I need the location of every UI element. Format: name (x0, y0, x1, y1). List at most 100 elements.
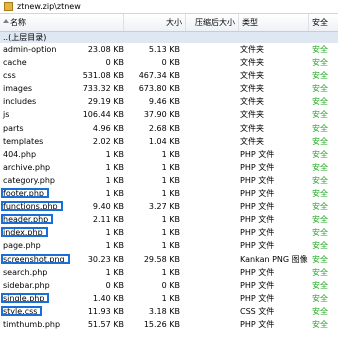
file-compressed-size: 1 KB (161, 215, 180, 225)
file-row[interactable]: templates 2.02 KB 1.04 KB 文件夹 安全 (0, 135, 338, 148)
file-row[interactable]: css 531.08 KB 467.34 KB 文件夹 安全 (0, 69, 338, 82)
file-safety-status: 安全 (312, 202, 328, 212)
file-size: 531.08 KB (82, 71, 124, 81)
file-type: PHP 文件 (240, 267, 275, 277)
file-size: 1 KB (105, 175, 124, 185)
file-safety-status: 安全 (312, 136, 328, 146)
file-type: PHP 文件 (240, 215, 275, 225)
column-header-name[interactable]: 名称 (0, 14, 124, 31)
file-row[interactable]: footer.php 1 KB 1 KB PHP 文件 安全 (0, 187, 338, 200)
file-safety-status: 安全 (312, 123, 328, 133)
file-safety-status: 安全 (312, 149, 328, 159)
path-bar[interactable]: ztnew.zip\ztnew (0, 0, 338, 14)
file-type: 文件夹 (240, 97, 264, 107)
file-row[interactable]: functions.php 9.40 KB 3.27 KB PHP 文件 安全 (0, 200, 338, 213)
file-safety-status: 安全 (312, 175, 328, 185)
file-name: includes (3, 97, 37, 107)
file-type: PHP 文件 (240, 189, 275, 199)
file-safety-status: 安全 (312, 254, 328, 264)
column-header-compressed[interactable]: 压缩后大小 (186, 14, 239, 31)
file-size: 29.19 KB (87, 97, 124, 107)
column-header-type[interactable]: 类型 (239, 14, 309, 31)
file-type: PHP 文件 (240, 293, 275, 303)
file-size: 1 KB (105, 162, 124, 172)
sort-ascending-icon (3, 19, 9, 23)
file-name: js (3, 110, 10, 120)
file-type: CSS 文件 (240, 306, 275, 316)
file-type: Kankan PNG 图像 (240, 254, 308, 264)
file-size: 733.32 KB (82, 84, 124, 94)
highlight-box (1, 214, 54, 225)
file-name: sidebar.php (3, 280, 50, 290)
file-row[interactable]: admin-option 23.08 KB 5.13 KB 文件夹 安全 (0, 43, 338, 56)
file-size: 11.93 KB (87, 306, 124, 316)
file-row[interactable]: single.php 1.40 KB 1 KB PHP 文件 安全 (0, 292, 338, 305)
file-name: cache (3, 58, 27, 68)
file-safety-status: 安全 (312, 267, 328, 277)
file-row[interactable]: screenshot.png 30.23 KB 29.58 KB Kankan PNG… (0, 253, 338, 266)
file-type: 文件夹 (240, 123, 264, 133)
file-row[interactable]: search.php 1 KB 1 KB PHP 文件 安全 (0, 266, 338, 279)
file-name: page.php (3, 241, 41, 251)
file-compressed-size: 1 KB (161, 162, 180, 172)
file-row[interactable]: images 733.32 KB 673.80 KB 文件夹 安全 (0, 82, 338, 95)
file-size: 0 KB (105, 58, 124, 68)
file-size: 51.57 KB (87, 319, 124, 329)
file-type: PHP 文件 (240, 149, 275, 159)
file-name: category.php (3, 175, 55, 185)
file-type: 文件夹 (240, 58, 264, 68)
file-compressed-size: 1 KB (161, 175, 180, 185)
file-row[interactable]: page.php 1 KB 1 KB PHP 文件 安全 (0, 239, 338, 252)
file-row[interactable]: cache 0 KB 0 KB 文件夹 安全 (0, 56, 338, 69)
file-compressed-size: 1 KB (161, 189, 180, 199)
file-row[interactable]: timthumb.php 51.57 KB 15.26 KB PHP 文件 安全 (0, 318, 338, 331)
file-compressed-size: 1 KB (161, 241, 180, 251)
highlight-box (1, 253, 70, 264)
file-row[interactable]: index.php 1 KB 1 KB PHP 文件 安全 (0, 226, 338, 239)
column-header-safety[interactable]: 安全 (309, 14, 338, 31)
file-size: 0 KB (105, 280, 124, 290)
file-type: PHP 文件 (240, 175, 275, 185)
file-type: 文件夹 (240, 71, 264, 81)
file-compressed-size: 0 KB (161, 58, 180, 68)
highlight-box (1, 188, 49, 199)
file-compressed-size: 1 KB (161, 228, 180, 238)
zip-archive-icon (4, 2, 13, 11)
file-compressed-size: 29.58 KB (143, 254, 180, 264)
file-compressed-size: 0 KB (161, 280, 180, 290)
file-row[interactable]: style.css 11.93 KB 3.18 KB CSS 文件 安全 (0, 305, 338, 318)
path-text: ztnew.zip\ztnew (17, 2, 81, 11)
file-name: parts (3, 123, 24, 133)
file-size: 1.40 KB (92, 293, 124, 303)
file-list: admin-option 23.08 KB 5.13 KB 文件夹 安全 cache 0 K… (0, 43, 338, 331)
file-row[interactable]: includes 29.19 KB 9.46 KB 文件夹 安全 (0, 95, 338, 108)
file-safety-status: 安全 (312, 306, 328, 316)
file-name: timthumb.php (3, 319, 61, 329)
file-row[interactable]: archive.php 1 KB 1 KB PHP 文件 安全 (0, 161, 338, 174)
file-type: PHP 文件 (240, 280, 275, 290)
column-header-size[interactable]: 大小 (124, 14, 186, 31)
file-compressed-size: 1 KB (161, 267, 180, 277)
file-type: PHP 文件 (240, 241, 275, 251)
file-safety-status: 安全 (312, 45, 328, 54)
file-name: search.php (3, 267, 48, 277)
file-type: PHP 文件 (240, 228, 275, 238)
file-row[interactable]: parts 4.96 KB 2.68 KB 文件夹 安全 (0, 122, 338, 135)
file-row[interactable]: header.php 2.11 KB 1 KB PHP 文件 安全 (0, 213, 338, 226)
file-size: 1 KB (105, 149, 124, 159)
parent-directory-row[interactable]: ..(上层目录) (0, 32, 338, 43)
file-row[interactable]: 404.php 1 KB 1 KB PHP 文件 安全 (0, 148, 338, 161)
file-safety-status: 安全 (312, 71, 328, 81)
file-compressed-size: 37.90 KB (143, 110, 180, 120)
file-safety-status: 安全 (312, 189, 328, 199)
file-row[interactable]: js 106.44 KB 37.90 KB 文件夹 安全 (0, 108, 338, 121)
file-size: 30.23 KB (87, 254, 124, 264)
file-row[interactable]: category.php 1 KB 1 KB PHP 文件 安全 (0, 174, 338, 187)
highlight-box (1, 292, 50, 303)
file-type: 文件夹 (240, 110, 264, 120)
file-name: archive.php (3, 162, 51, 172)
file-size: 23.08 KB (87, 45, 124, 54)
file-size: 1 KB (105, 241, 124, 251)
file-row[interactable]: sidebar.php 0 KB 0 KB PHP 文件 安全 (0, 279, 338, 292)
file-size: 9.40 KB (92, 202, 124, 212)
